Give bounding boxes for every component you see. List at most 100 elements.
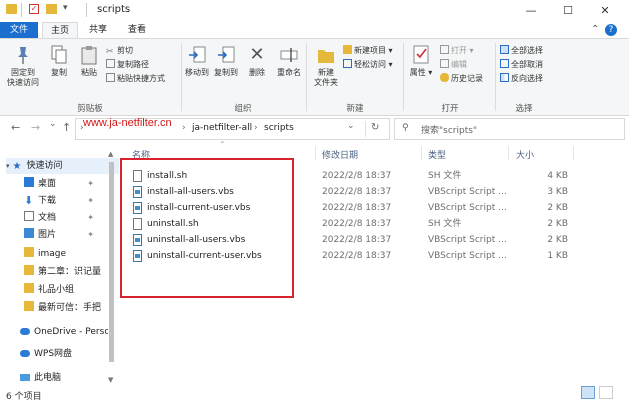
folder-icon [6, 4, 17, 14]
pin-quick-access-button[interactable]: 固定到 快速访问 [4, 45, 42, 88]
rename-button[interactable]: 重命名 [274, 45, 304, 78]
folder-icon [24, 283, 34, 293]
select-all-button[interactable]: 全部选择 [500, 45, 543, 56]
checkmark-icon[interactable]: ✓ [29, 4, 39, 14]
address-divider [365, 121, 366, 137]
sidebar-item-chapter-two[interactable]: 第二章：识记量 [24, 264, 108, 280]
select-none-button[interactable]: 全部取消 [500, 59, 543, 70]
cut-button[interactable]: ✂ 剪切 [106, 45, 133, 57]
sidebar-scrollbar[interactable]: ▲ ▼ [108, 150, 115, 385]
easy-access-button[interactable]: 轻松访问 ▾ [343, 59, 393, 70]
sidebar-item-this-pc[interactable]: 此电脑 [20, 370, 108, 386]
sidebar-item-image[interactable]: image [24, 246, 108, 262]
star-icon: ★ [12, 161, 22, 172]
delete-button[interactable]: ✕ 删除 [245, 45, 269, 78]
tab-share[interactable]: 共享 [82, 22, 114, 38]
up-button[interactable]: ↑ [62, 121, 71, 134]
column-header-date[interactable]: 修改日期 [322, 148, 358, 161]
sidebar-item-documents[interactable]: 文档 ✦ [24, 210, 108, 226]
watermark-text: www.ja-netfilter.cn [83, 117, 172, 129]
sidebar-item-desktop[interactable]: 桌面 ✦ [24, 176, 108, 192]
copy-path-button[interactable]: 复制路径 [106, 59, 149, 70]
copy-to-label: 复制到 [214, 68, 238, 77]
breadcrumb-scripts[interactable]: scripts [264, 123, 294, 133]
open-button[interactable]: 打开 ▾ [440, 45, 474, 56]
highlight-box [120, 158, 294, 298]
invert-selection-button[interactable]: 反向选择 [500, 73, 543, 84]
new-group-label: 新建 [346, 104, 364, 114]
copy-to-icon [217, 45, 235, 65]
rename-icon [280, 45, 298, 65]
open-group-label: 打开 [441, 104, 459, 114]
refresh-button[interactable]: ↻ [371, 122, 379, 133]
minimize-button[interactable]: — [514, 0, 548, 22]
help-icon[interactable]: ? [605, 24, 617, 36]
sidebar-item-label: OneDrive - Perso [34, 327, 108, 337]
breadcrumb-separator: › [254, 123, 258, 133]
paste-shortcut-label: 粘贴快捷方式 [117, 74, 165, 83]
new-item-button[interactable]: 新建项目 ▾ [343, 45, 393, 56]
new-folder-button[interactable]: 新建 文件夹 [309, 45, 343, 88]
tab-home[interactable]: 主页 [42, 22, 78, 38]
delete-x-icon: ✕ [249, 44, 265, 65]
column-header-size[interactable]: 大小 [516, 148, 534, 161]
search-box[interactable]: ⚲ 搜索"scripts" [394, 118, 625, 140]
item-count: 6 个项目 [6, 392, 42, 402]
pin-icon: ✦ [87, 196, 94, 205]
move-to-button[interactable]: 移动到 [184, 45, 210, 78]
maximize-button[interactable]: ☐ [551, 0, 585, 22]
copy-button[interactable]: 复制 [46, 45, 72, 78]
collapse-ribbon-icon[interactable]: ⌃ [591, 24, 599, 35]
back-button[interactable]: ← [11, 121, 20, 134]
close-button[interactable]: ✕ [588, 0, 622, 22]
properties-button[interactable]: 属性 ▾ [408, 45, 434, 78]
sidebar-item-wps-drive[interactable]: WPS网盘 [20, 346, 108, 362]
new-folder-quick-icon[interactable] [46, 4, 57, 14]
forward-button[interactable]: → [31, 121, 40, 134]
window-title: scripts [97, 4, 131, 15]
details-view-icon[interactable] [581, 386, 595, 399]
file-size: 2 KB [547, 235, 568, 245]
select-none-label: 全部取消 [511, 60, 543, 69]
sidebar-item-downloads[interactable]: ⬇ 下载 ✦ [24, 193, 108, 209]
sidebar-item-quick-access[interactable]: ▾ ★ 快速访问 [6, 158, 119, 174]
pin-quick-access-label: 固定到 快速访问 [7, 68, 39, 87]
breadcrumb-ja-netfilter-all[interactable]: ja-netfilter-all [192, 123, 252, 133]
scroll-up-icon[interactable]: ▲ [108, 150, 113, 158]
paste-button[interactable]: 粘贴 [76, 45, 102, 78]
large-icons-view-icon[interactable] [599, 386, 613, 399]
file-type: VBScript Script ... [428, 187, 507, 197]
file-type: SH 文件 [428, 171, 462, 181]
address-dropdown-button[interactable]: ⌄ [347, 121, 355, 131]
sidebar-item-latest[interactable]: 最新可信：手把 [24, 300, 108, 316]
sidebar-item-onedrive[interactable]: OneDrive - Perso [20, 324, 108, 340]
scroll-down-icon[interactable]: ▼ [108, 376, 113, 384]
copy-to-button[interactable]: 复制到 [213, 45, 239, 78]
sidebar-item-pictures[interactable]: 图片 ✦ [24, 227, 108, 243]
sidebar-item-gift-team[interactable]: 礼品小组 [24, 282, 108, 298]
scrollbar-thumb[interactable] [109, 162, 114, 362]
breadcrumb-separator: › [182, 123, 186, 133]
select-group-label: 选择 [515, 104, 533, 114]
history-button[interactable]: 历史记录 [440, 73, 483, 84]
easy-access-label: 轻松访问 [354, 60, 386, 69]
tab-view[interactable]: 查看 [120, 22, 154, 38]
tab-file[interactable]: 文件 [0, 22, 38, 38]
column-header-type[interactable]: 类型 [428, 148, 446, 161]
search-input[interactable]: 搜索"scripts" [421, 123, 477, 136]
new-folder-icon [317, 45, 335, 65]
recent-locations-button[interactable]: ⌄ [49, 119, 57, 129]
history-icon [440, 73, 449, 82]
scissors-icon: ✂ [106, 47, 114, 57]
paste-shortcut-button[interactable]: 粘贴快捷方式 [106, 73, 165, 84]
pin-icon: ✦ [87, 230, 94, 239]
toolbar-divider [86, 3, 87, 17]
copy-path-icon [106, 59, 115, 68]
column-divider [315, 146, 316, 160]
sidebar-item-label: 此电脑 [34, 373, 62, 383]
edit-label: 编辑 [451, 60, 467, 69]
dropdown-icon[interactable]: ▾ [63, 3, 68, 15]
pin-icon [16, 45, 30, 65]
new-item-icon [343, 45, 352, 54]
edit-button[interactable]: 编辑 [440, 59, 467, 70]
